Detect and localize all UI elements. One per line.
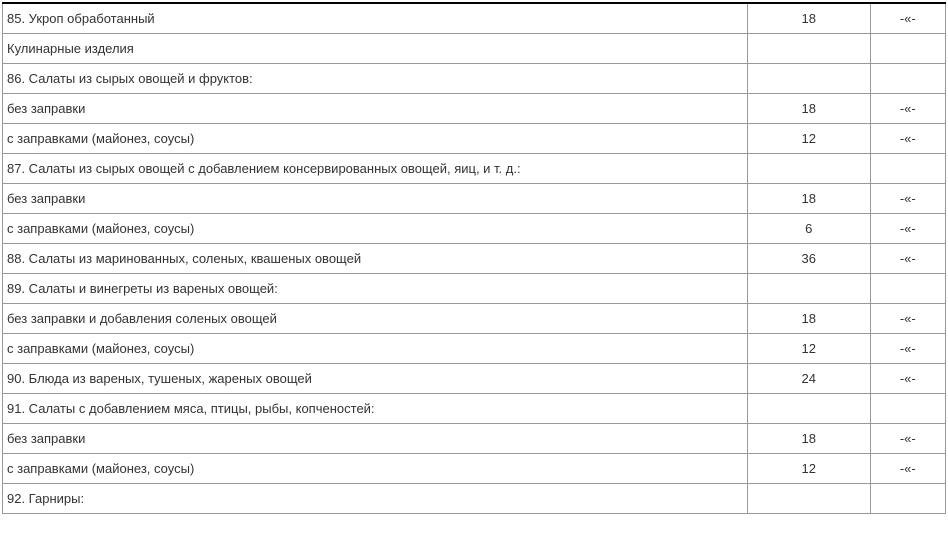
table-row: 86. Салаты из сырых овощей и фруктов: [3,64,946,94]
cell-name: 91. Салаты с добавлением мяса, птицы, ры… [3,394,748,424]
cell-name: 92. Гарниры: [3,484,748,514]
table-row: 89. Салаты и винегреты из вареных овощей… [3,274,946,304]
cell-name: 87. Салаты из сырых овощей с добавлением… [3,154,748,184]
cell-mark [870,64,945,94]
cell-mark: -«- [870,124,945,154]
cell-mark [870,484,945,514]
table-row: с заправками (майонез, соусы)12-«- [3,124,946,154]
table-row: без заправки18-«- [3,94,946,124]
cell-hours: 18 [747,424,870,454]
cell-hours: 18 [747,304,870,334]
cell-name: 89. Салаты и винегреты из вареных овощей… [3,274,748,304]
cell-name: без заправки [3,94,748,124]
cell-mark: -«- [870,424,945,454]
cell-mark [870,34,945,64]
cell-mark: -«- [870,3,945,34]
cell-hours: 18 [747,94,870,124]
table-row: без заправки18-«- [3,424,946,454]
cell-name: 90. Блюда из вареных, тушеных, жареных о… [3,364,748,394]
cell-mark: -«- [870,214,945,244]
table-body: 85. Укроп обработанный18-«-Кулинарные из… [3,3,946,514]
cell-hours: 12 [747,454,870,484]
cell-hours [747,394,870,424]
cell-name: 88. Салаты из маринованных, соленых, ква… [3,244,748,274]
cell-hours: 24 [747,364,870,394]
cell-hours [747,64,870,94]
cell-hours [747,274,870,304]
cell-mark: -«- [870,184,945,214]
table-row: без заправки18-«- [3,184,946,214]
cell-name: без заправки и добавления соленых овощей [3,304,748,334]
table-row: 85. Укроп обработанный18-«- [3,3,946,34]
cell-name: 86. Салаты из сырых овощей и фруктов: [3,64,748,94]
table-row: Кулинарные изделия [3,34,946,64]
table-row: без заправки и добавления соленых овощей… [3,304,946,334]
cell-name: с заправками (майонез, соусы) [3,214,748,244]
cell-mark [870,394,945,424]
cell-hours: 18 [747,3,870,34]
cell-hours [747,34,870,64]
table-row: с заправками (майонез, соусы)6-«- [3,214,946,244]
cell-mark: -«- [870,364,945,394]
cell-mark: -«- [870,94,945,124]
cell-name: с заправками (майонез, соусы) [3,334,748,364]
table-row: 91. Салаты с добавлением мяса, птицы, ры… [3,394,946,424]
cell-name: без заправки [3,184,748,214]
table-row: 92. Гарниры: [3,484,946,514]
cell-name: с заправками (майонез, соусы) [3,454,748,484]
cell-mark [870,154,945,184]
table-row: 87. Салаты из сырых овощей с добавлением… [3,154,946,184]
table-row: 90. Блюда из вареных, тушеных, жареных о… [3,364,946,394]
table-row: 88. Салаты из маринованных, соленых, ква… [3,244,946,274]
table-row: с заправками (майонез, соусы)12-«- [3,454,946,484]
cell-hours [747,484,870,514]
cell-name: Кулинарные изделия [3,34,748,64]
cell-mark: -«- [870,334,945,364]
cell-hours: 6 [747,214,870,244]
cell-hours: 18 [747,184,870,214]
cell-name: без заправки [3,424,748,454]
cell-hours [747,154,870,184]
cell-hours: 12 [747,334,870,364]
cell-mark: -«- [870,454,945,484]
cell-hours: 12 [747,124,870,154]
cell-hours: 36 [747,244,870,274]
table-row: с заправками (майонез, соусы)12-«- [3,334,946,364]
cell-name: 85. Укроп обработанный [3,3,748,34]
cell-mark: -«- [870,244,945,274]
cell-mark: -«- [870,304,945,334]
cell-name: с заправками (майонез, соусы) [3,124,748,154]
food-shelf-life-table: 85. Укроп обработанный18-«-Кулинарные из… [2,2,946,514]
cell-mark [870,274,945,304]
